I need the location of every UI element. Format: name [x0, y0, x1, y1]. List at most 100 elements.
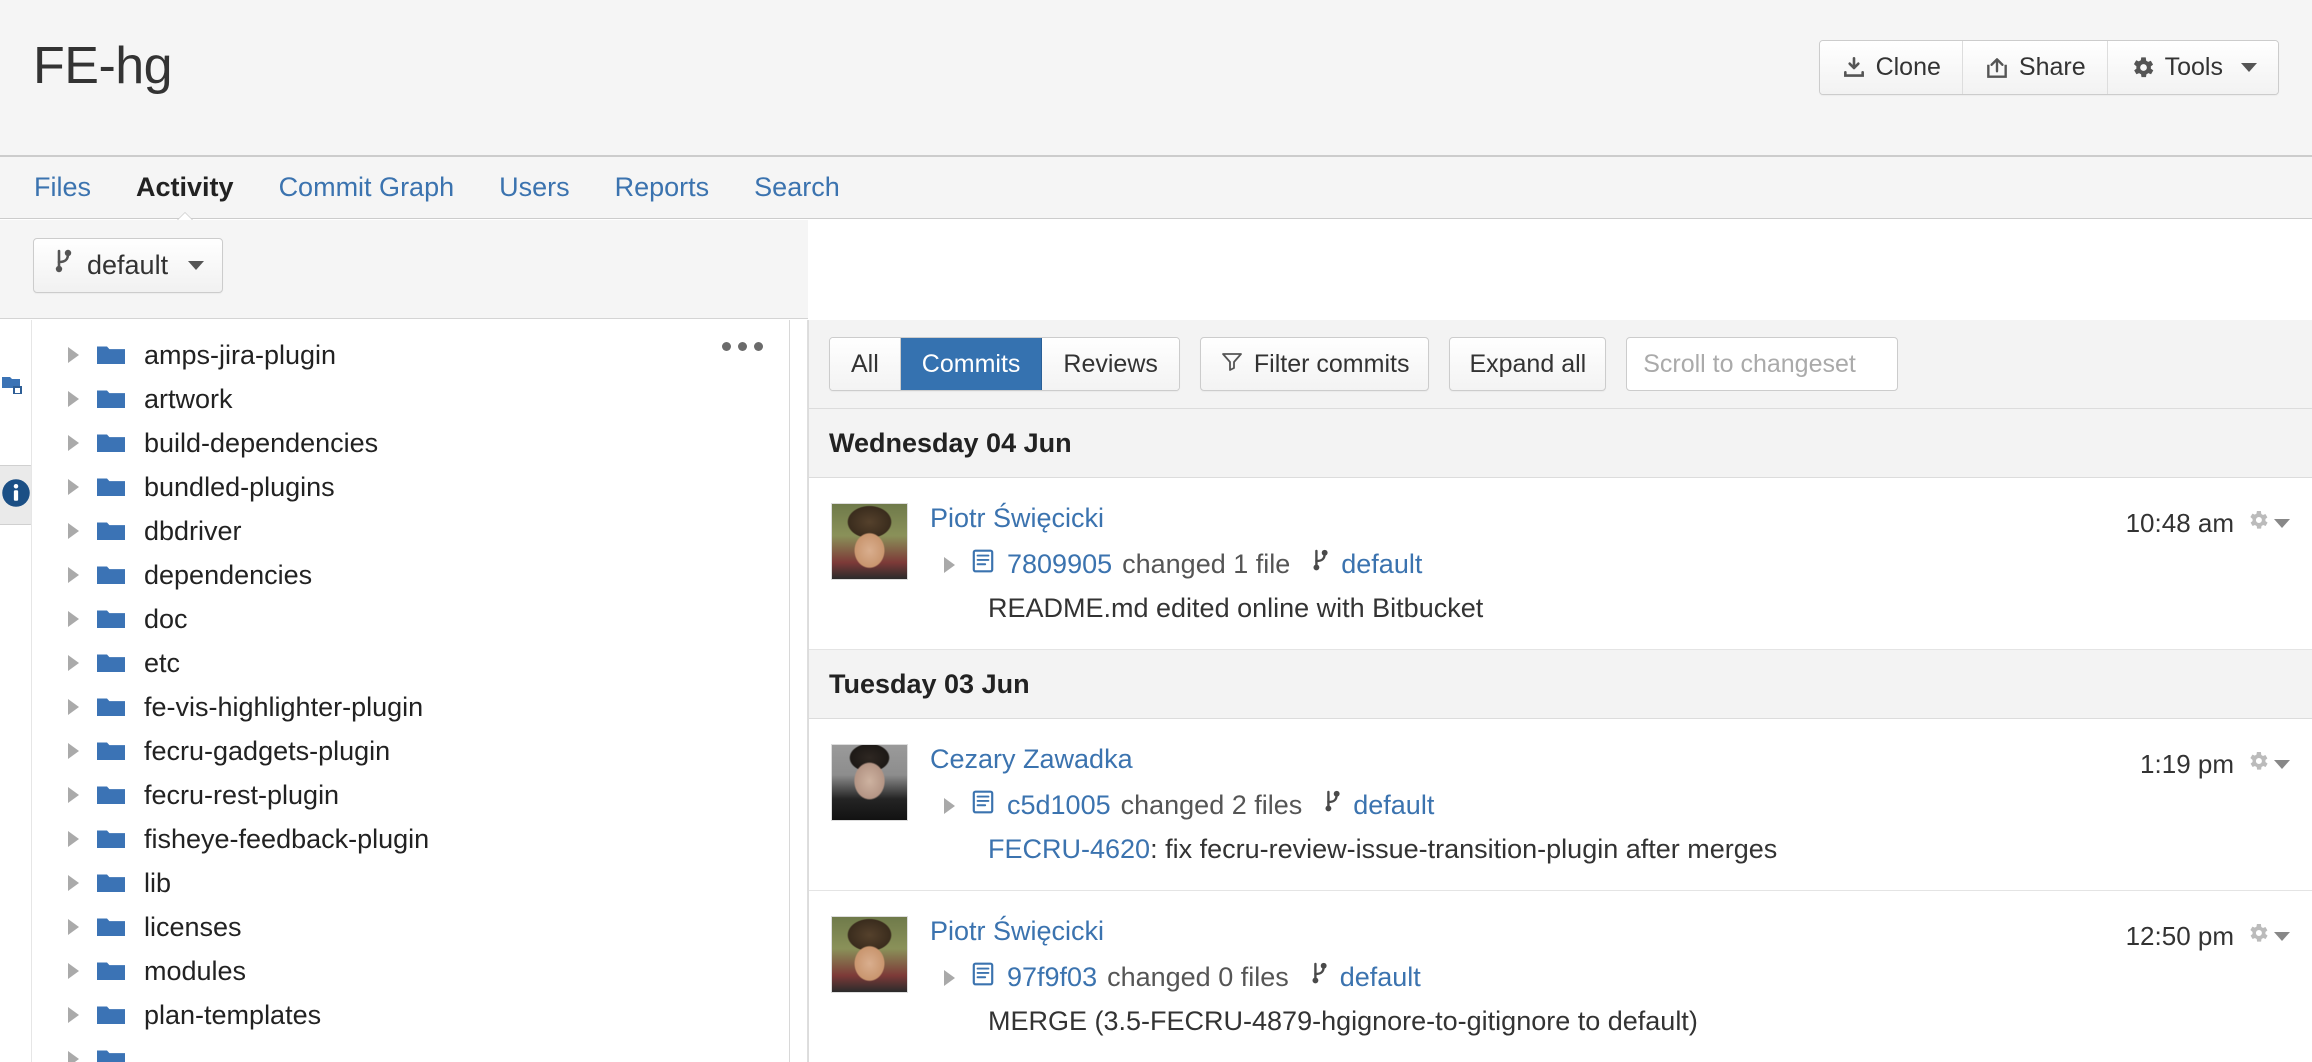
- tab-commit-graph[interactable]: Commit Graph: [279, 172, 455, 203]
- file-tree-item-label: fecru-gadgets-plugin: [144, 735, 391, 766]
- chevron-right-icon[interactable]: [68, 611, 79, 627]
- commit-meta: 97f9f03 changed 0 files default: [944, 961, 2292, 994]
- chevron-right-icon[interactable]: [68, 699, 79, 715]
- commit-branch-link[interactable]: default: [1322, 789, 1434, 822]
- file-tree-item[interactable]: bundled-plugins: [32, 465, 789, 509]
- file-tree-item[interactable]: plan-templates: [32, 993, 789, 1037]
- commit-author-link[interactable]: Piotr Święcicki: [930, 916, 1104, 947]
- segment-reviews[interactable]: Reviews: [1042, 338, 1179, 390]
- file-tree-item[interactable]: etc: [32, 641, 789, 685]
- chevron-down-icon: [2274, 932, 2290, 941]
- commit-actions-menu[interactable]: [2246, 921, 2290, 952]
- file-tree-item[interactable]: doc: [32, 597, 789, 641]
- file-tree-item[interactable]: build-dependencies: [32, 421, 789, 465]
- segment-all[interactable]: All: [830, 338, 901, 390]
- file-tree-scrollbar[interactable]: [790, 320, 808, 1062]
- commit-right-meta: 10:48 am: [2126, 508, 2290, 539]
- folder-icon: [97, 698, 125, 716]
- branch-icon: [1310, 548, 1332, 581]
- commit-branch-label: default: [1339, 962, 1421, 992]
- commit-author-link[interactable]: Piotr Święcicki: [930, 503, 1104, 534]
- chevron-right-icon[interactable]: [68, 1051, 79, 1062]
- commit-right-meta: 1:19 pm: [2140, 749, 2290, 780]
- chevron-right-icon[interactable]: [944, 556, 955, 573]
- file-tree-item[interactable]: amps-jira-plugin: [32, 333, 789, 377]
- tab-files[interactable]: Files: [34, 172, 91, 203]
- commit-body: Cezary Zawadka c5d1005 changed 2 files defa…: [930, 744, 2292, 865]
- file-tree-item[interactable]: modules: [32, 949, 789, 993]
- filter-icon: [1220, 349, 1244, 380]
- chevron-right-icon[interactable]: [68, 831, 79, 847]
- tab-activity[interactable]: Activity: [136, 172, 234, 203]
- expand-all-button[interactable]: Expand all: [1449, 337, 1607, 391]
- chevron-right-icon[interactable]: [68, 391, 79, 407]
- branch-selector[interactable]: default: [33, 238, 224, 293]
- chevron-right-icon[interactable]: [68, 523, 79, 539]
- segment-commits[interactable]: Commits: [900, 338, 1043, 390]
- folder-icon: [97, 434, 125, 452]
- branch-bar-filler: [790, 220, 808, 319]
- commit-body: Piotr Święcicki 97f9f03 changed 0 files def…: [930, 916, 2292, 1037]
- commit-branch-link[interactable]: default: [1309, 961, 1421, 994]
- chevron-right-icon[interactable]: [944, 797, 955, 814]
- commit-message-text: MERGE (3.5-FECRU-4879-hgignore-to-gitign…: [988, 1006, 1698, 1036]
- file-tree-item[interactable]: licenses: [32, 905, 789, 949]
- folder-icon: [97, 522, 125, 540]
- activity-day-label: Tuesday 03 Jun: [829, 668, 1030, 699]
- filter-commits-button[interactable]: Filter commits: [1199, 337, 1430, 391]
- chevron-right-icon[interactable]: [68, 1007, 79, 1023]
- commit-hash-link[interactable]: 97f9f03: [1007, 962, 1097, 993]
- file-tree-item[interactable]: [32, 1037, 789, 1062]
- commit-hash-link[interactable]: c5d1005: [1007, 790, 1111, 821]
- file-tree-item[interactable]: dbdriver: [32, 509, 789, 553]
- file-tree-item[interactable]: dependencies: [32, 553, 789, 597]
- clone-button[interactable]: Clone: [1819, 41, 1963, 94]
- chevron-down-icon: [188, 261, 205, 270]
- commit-hash-link[interactable]: 7809905: [1007, 549, 1112, 580]
- commit-actions-menu[interactable]: [2246, 749, 2290, 780]
- tools-label: Tools: [2164, 53, 2223, 81]
- tab-search[interactable]: Search: [754, 172, 840, 203]
- commit-row: Piotr Święcicki 97f9f03 changed 0 files def…: [809, 891, 2312, 1062]
- folder-icon: [97, 1050, 125, 1062]
- chevron-right-icon[interactable]: [68, 787, 79, 803]
- chevron-right-icon[interactable]: [68, 963, 79, 979]
- file-tree-item[interactable]: fecru-rest-plugin: [32, 773, 789, 817]
- issue-key-link[interactable]: FECRU-4620: [988, 834, 1150, 864]
- tab-reports[interactable]: Reports: [615, 172, 710, 203]
- page-title: FE-hg: [33, 37, 173, 95]
- tab-users[interactable]: Users: [499, 172, 570, 203]
- commit-author-link[interactable]: Cezary Zawadka: [930, 744, 1133, 775]
- chevron-right-icon[interactable]: [68, 435, 79, 451]
- commit-branch-link[interactable]: default: [1310, 548, 1422, 581]
- commit-time: 10:48 am: [2125, 508, 2234, 538]
- activity-list: Wednesday 04 Jun Piotr Święcicki 7809905 ch…: [809, 409, 2312, 1062]
- chevron-right-icon[interactable]: [944, 969, 955, 986]
- file-tree-item[interactable]: lib: [32, 861, 789, 905]
- changeset-icon: [970, 961, 996, 994]
- folder-icon: [97, 918, 125, 936]
- share-icon: [1984, 55, 2010, 81]
- tools-button[interactable]: Tools: [2107, 41, 2278, 94]
- file-tree-item[interactable]: fecru-gadgets-plugin: [32, 729, 789, 773]
- repository-icon-button[interactable]: [0, 360, 31, 416]
- chevron-right-icon[interactable]: [68, 655, 79, 671]
- chevron-right-icon[interactable]: [68, 743, 79, 759]
- gear-icon: [2129, 54, 2156, 81]
- activity-day-header: Wednesday 04 Jun: [809, 409, 2312, 478]
- file-tree-item[interactable]: fisheye-feedback-plugin: [32, 817, 789, 861]
- file-tree-item-label: bundled-plugins: [144, 471, 335, 502]
- info-icon-button[interactable]: [0, 465, 33, 525]
- chevron-right-icon[interactable]: [68, 875, 79, 891]
- share-button[interactable]: Share: [1962, 41, 2108, 94]
- chevron-right-icon[interactable]: [68, 567, 79, 583]
- file-tree-item[interactable]: fe-vis-highlighter-plugin: [32, 685, 789, 729]
- file-tree-item[interactable]: artwork: [32, 377, 789, 421]
- chevron-right-icon[interactable]: [68, 919, 79, 935]
- commit-actions-menu[interactable]: [2246, 508, 2290, 539]
- scroll-to-changeset-input[interactable]: [1626, 337, 1899, 391]
- activity-day-header: Tuesday 03 Jun: [809, 650, 2312, 719]
- folder-icon: [97, 1006, 125, 1024]
- chevron-right-icon[interactable]: [68, 347, 79, 363]
- chevron-right-icon[interactable]: [68, 479, 79, 495]
